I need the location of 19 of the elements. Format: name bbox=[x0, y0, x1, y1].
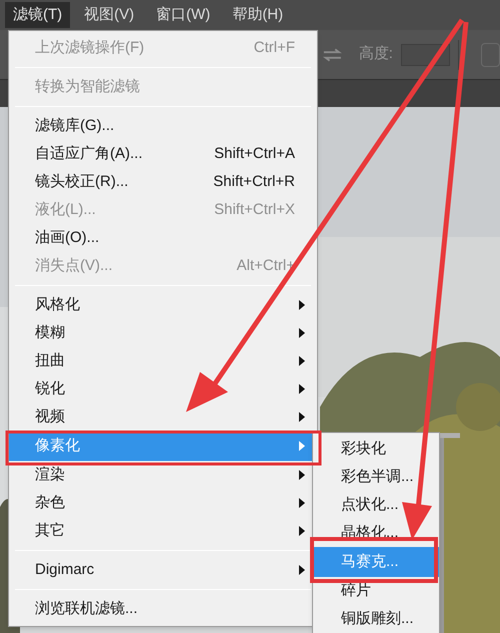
menu-item[interactable]: 风格化 bbox=[9, 291, 317, 319]
height-label: 高度: bbox=[358, 44, 393, 64]
submenu-item[interactable]: 点状化... bbox=[313, 491, 439, 519]
menu-item[interactable]: 扭曲 bbox=[9, 347, 317, 375]
submenu-item[interactable]: 铜版雕刻... bbox=[313, 605, 439, 633]
submenu-item[interactable]: 彩色半调... bbox=[313, 463, 439, 491]
swap-icon[interactable] bbox=[322, 48, 343, 62]
menu-item[interactable]: 锐化 bbox=[9, 375, 317, 403]
menu-bar-item[interactable]: 窗口(W) bbox=[148, 2, 218, 28]
menu-item[interactable]: 模糊 bbox=[9, 319, 317, 347]
submenu-item[interactable]: 碎片 bbox=[313, 577, 439, 605]
menu-item[interactable]: 镜头校正(R)... Shift+Ctrl+R bbox=[9, 168, 317, 196]
menu-item[interactable]: 油画(O)... bbox=[9, 224, 317, 252]
menu-bar-item[interactable]: 滤镜(T) bbox=[5, 2, 70, 28]
menu-item[interactable]: 自适应广角(A)... Shift+Ctrl+A bbox=[9, 140, 317, 168]
menu-item[interactable]: 滤镜库(G)... bbox=[9, 112, 317, 140]
menu-bar-item[interactable]: 视图(V) bbox=[76, 2, 142, 28]
menu-bar-item[interactable]: 帮助(H) bbox=[224, 2, 292, 28]
menu-item[interactable]: 视频 bbox=[9, 403, 317, 431]
